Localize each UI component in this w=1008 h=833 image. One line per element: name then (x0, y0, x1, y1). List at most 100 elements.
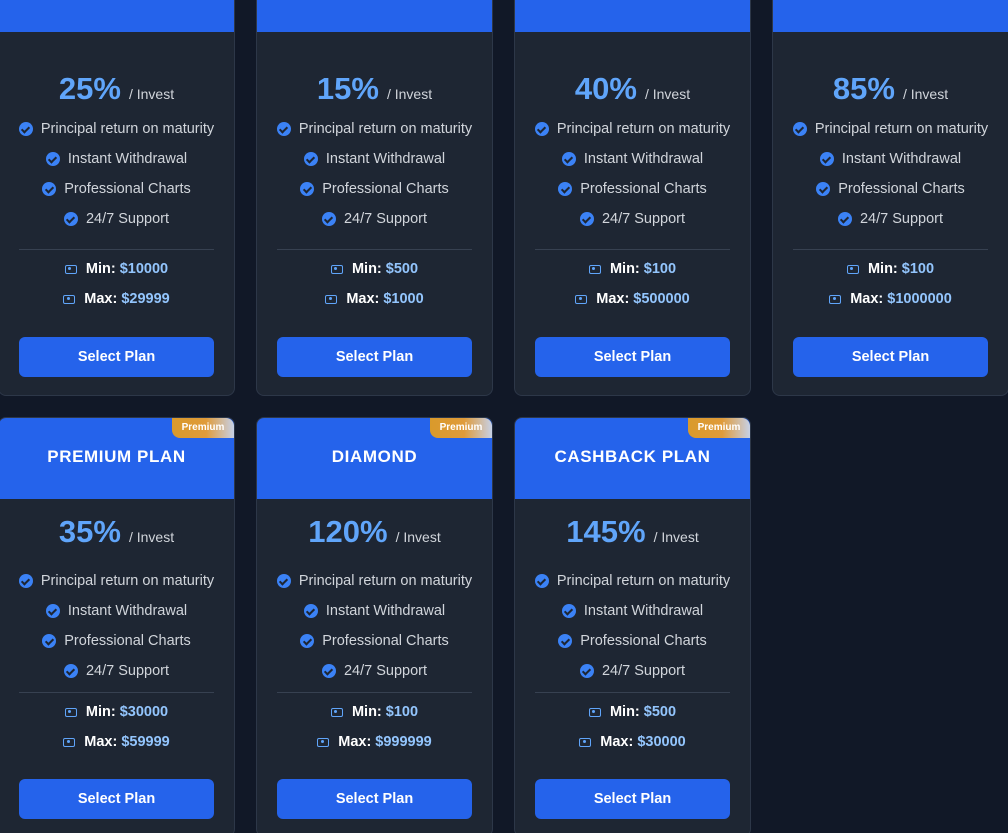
return-percent: 85% (832, 71, 895, 106)
max-limit-value: $1000000 (887, 291, 952, 307)
plan-card: BUSINESS PLAN 85% / Invest Principal return… (772, 0, 1008, 396)
check-circle-icon (579, 212, 594, 226)
feature-label: Principal return on maturity (298, 573, 473, 589)
max-limit-label: Max: (346, 291, 380, 307)
feature-label: 24/7 Support (343, 663, 428, 679)
feature-label: Instant Withdrawal (583, 151, 704, 167)
plan-card: STANDARD PLAN 40% / Invest Principal return… (514, 0, 751, 396)
plan-return: 35% / Invest (0, 514, 234, 550)
max-limit-value: $29999 (121, 291, 170, 307)
min-limit-label: Min: (85, 261, 116, 277)
min-limit-value: $30000 (119, 704, 169, 720)
money-icon (64, 707, 77, 717)
feature-item: Principal return on maturity (0, 114, 234, 144)
feature-list: Principal return on maturity Instant With… (257, 566, 492, 686)
max-limit-value: $999999 (375, 734, 432, 750)
money-icon (846, 264, 859, 274)
max-limit: Max: $500000 (515, 284, 750, 314)
feature-item: 24/7 Support (0, 656, 234, 686)
select-plan-button[interactable]: Select Plan (535, 337, 730, 377)
divider (19, 249, 214, 250)
invest-suffix: / Invest (902, 86, 949, 102)
min-limit-label: Min: (867, 261, 898, 277)
money-icon (63, 737, 76, 747)
check-circle-icon (276, 122, 291, 136)
check-circle-icon (42, 634, 57, 648)
feature-item: Professional Charts (257, 174, 492, 204)
feature-item: Principal return on maturity (257, 566, 492, 596)
feature-label: Instant Withdrawal (325, 151, 446, 167)
max-limit: Max: $1000000 (773, 284, 1008, 314)
money-icon (588, 707, 601, 717)
feature-label: Instant Withdrawal (841, 151, 962, 167)
min-limit: Min: $100 (773, 254, 1008, 284)
select-plan-button[interactable]: Select Plan (19, 337, 214, 377)
select-plan-button[interactable]: Select Plan (19, 779, 214, 819)
max-limit-label: Max: (596, 291, 630, 307)
feature-label: Instant Withdrawal (583, 603, 704, 619)
limits: Min: $500 Max: $1000 (257, 254, 492, 314)
feature-label: Professional Charts (64, 181, 191, 197)
plan-card: PREMIUM PLAN Premium 35% / Invest Principal … (0, 417, 235, 833)
min-limit: Min: $100 (257, 697, 492, 727)
limits: Min: $10000 Max: $29999 (0, 254, 234, 314)
min-limit: Min: $100 (515, 254, 750, 284)
check-circle-icon (534, 574, 549, 588)
min-limit-value: $100 (901, 261, 935, 277)
plan-card: DIAMOND Premium 120% / Invest Principal retu… (256, 417, 493, 833)
limits: Min: $30000 Max: $59999 (0, 697, 234, 757)
feature-item: Professional Charts (0, 174, 234, 204)
plan-return: 145% / Invest (515, 514, 750, 550)
feature-item: Principal return on maturity (515, 114, 750, 144)
plans-grid: ADVANCED PLAN 25% / Invest Principal return… (0, 0, 1008, 833)
max-limit: Max: $1000 (257, 284, 492, 314)
check-circle-icon (63, 664, 78, 678)
check-circle-icon (276, 574, 291, 588)
feature-item: Principal return on maturity (515, 566, 750, 596)
invest-suffix: / Invest (128, 529, 175, 545)
max-limit-label: Max: (84, 734, 118, 750)
check-circle-icon (816, 182, 831, 196)
min-limit-value: $100 (385, 704, 419, 720)
feature-label: Professional Charts (322, 181, 449, 197)
min-limit-label: Min: (609, 261, 640, 277)
check-circle-icon (42, 182, 57, 196)
plan-name: BEGINNER PLAN (257, 0, 492, 32)
select-plan-button[interactable]: Select Plan (277, 779, 472, 819)
select-plan-button[interactable]: Select Plan (793, 337, 988, 377)
return-percent: 35% (58, 514, 121, 549)
money-icon (63, 294, 76, 304)
money-icon (588, 264, 601, 274)
min-limit-value: $500 (643, 704, 677, 720)
plan-name: ADVANCED PLAN (0, 0, 234, 32)
divider (277, 692, 472, 693)
feature-item: 24/7 Support (0, 204, 234, 234)
min-limit-value: $500 (385, 261, 419, 277)
feature-label: Professional Charts (64, 633, 191, 649)
premium-badge: Premium (688, 418, 750, 438)
max-limit-value: $30000 (637, 734, 686, 750)
feature-label: Instant Withdrawal (67, 603, 188, 619)
min-limit-label: Min: (351, 261, 382, 277)
money-icon (829, 294, 842, 304)
check-circle-icon (837, 212, 852, 226)
feature-item: Principal return on maturity (0, 566, 234, 596)
feature-item: 24/7 Support (515, 656, 750, 686)
check-circle-icon (534, 122, 549, 136)
check-circle-icon (579, 664, 594, 678)
check-circle-icon (300, 634, 315, 648)
plan-name: BUSINESS PLAN (773, 0, 1008, 32)
plan-return: 25% / Invest (0, 71, 234, 107)
feature-item: 24/7 Support (257, 656, 492, 686)
min-limit-value: $10000 (119, 261, 169, 277)
feature-list: Principal return on maturity Instant With… (0, 114, 234, 234)
feature-item: Instant Withdrawal (257, 596, 492, 626)
plan-card: ADVANCED PLAN 25% / Invest Principal return… (0, 0, 235, 396)
feature-label: 24/7 Support (601, 211, 686, 227)
feature-label: 24/7 Support (85, 211, 170, 227)
feature-label: Instant Withdrawal (67, 151, 188, 167)
select-plan-button[interactable]: Select Plan (535, 779, 730, 819)
select-plan-button[interactable]: Select Plan (277, 337, 472, 377)
invest-suffix: / Invest (653, 529, 699, 545)
limits: Min: $100 Max: $500000 (515, 254, 750, 314)
